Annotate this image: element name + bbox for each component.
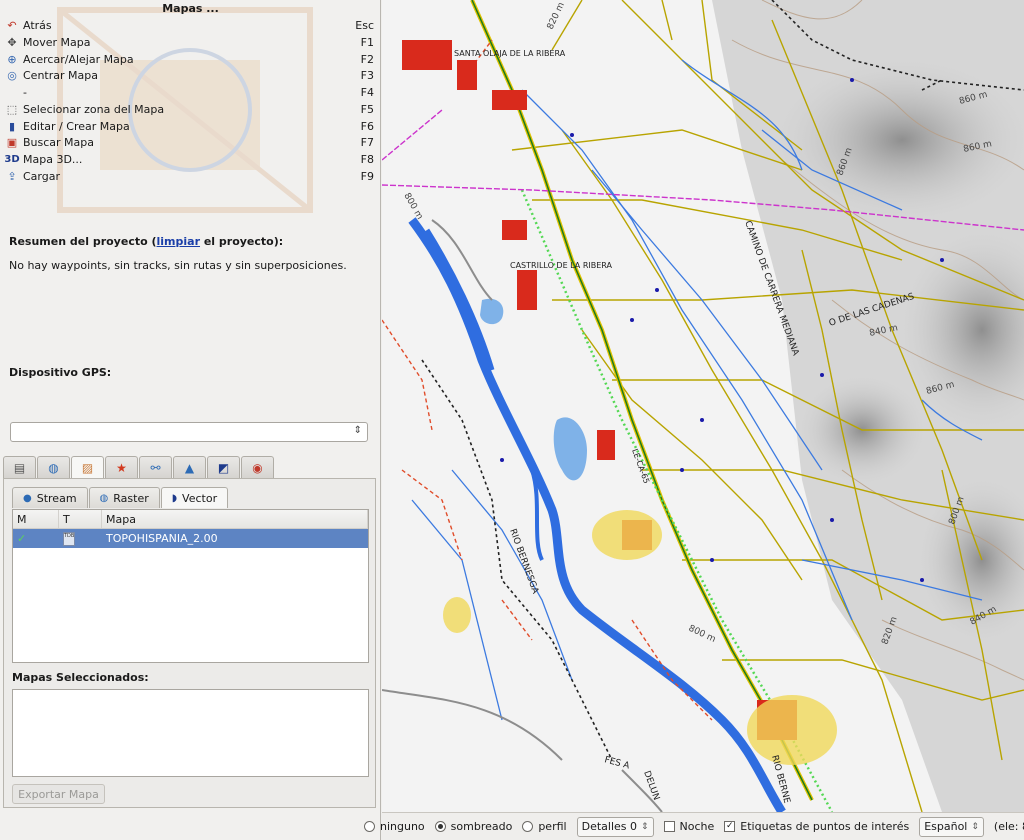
menu-item-label: Centrar Mapa: [23, 69, 98, 82]
menu-item-search-map[interactable]: ▣ Buscar Mapa F7: [4, 134, 374, 151]
map-list-header: M T Mapa: [13, 510, 368, 529]
raster-icon: ◍: [99, 492, 109, 504]
column-header-map[interactable]: Mapa: [102, 510, 368, 528]
map-list: M T Mapa ✓ TDB TOPOHISPANIA_2.00: [12, 509, 369, 663]
export-map-button[interactable]: Exportar Mapa: [12, 784, 105, 804]
town-label: SANTA OLAJA DE LA RIBERA: [454, 49, 566, 58]
table-row[interactable]: ✓ TDB TOPOHISPANIA_2.00: [13, 529, 368, 548]
vector-map-type-icon: TDB: [63, 531, 75, 546]
menu-item-shortcut: F7: [360, 136, 374, 149]
menu-item-shortcut: F2: [360, 53, 374, 66]
column-header-m[interactable]: M: [13, 510, 59, 528]
menu-item-shortcut: F3: [360, 69, 374, 82]
status-bar: ninguno sombreado perfil Detalles 0 ⇕ Noc…: [364, 812, 1024, 840]
mapset-tab-icon[interactable]: ▨: [71, 456, 104, 479]
left-panel: Mapas ... ↶ Atrás Esc ✥ Mover Mapa F1 ⊕ …: [0, 0, 381, 840]
project-summary-text: No hay waypoints, sin tracks, sin rutas …: [9, 259, 347, 272]
night-checkbox[interactable]: Noche: [663, 820, 714, 833]
maps-panel: ● Stream ◍ Raster ◗ Vector M T Mapa ✓ TDB T…: [3, 478, 376, 808]
menu-item-zoom-map[interactable]: ⊕ Acercar/Alejar Mapa F2: [4, 51, 374, 68]
waypoint-tab-icon[interactable]: ★: [105, 456, 138, 478]
tab-stream[interactable]: ● Stream: [12, 487, 88, 508]
tab-vector[interactable]: ◗ Vector: [160, 487, 229, 508]
menu-item-shortcut: F4: [360, 86, 374, 99]
column-header-t[interactable]: T: [59, 510, 102, 528]
project-summary-label: Resumen del proyecto (limpiar el proyect…: [9, 235, 284, 248]
menu-item-label: Atrás: [23, 19, 52, 32]
select-icon: ⬚: [6, 103, 18, 116]
menu-item-label: -: [23, 86, 27, 99]
clear-project-link[interactable]: limpiar: [157, 235, 201, 248]
globe-tab-icon[interactable]: ◍: [37, 456, 70, 478]
menu-title: Mapas ...: [162, 2, 219, 15]
edit-icon: ▮: [8, 120, 16, 133]
menu-item-select-area[interactable]: ⬚ Selecionar zona del Mapa F5: [4, 101, 374, 118]
shading-shaded-radio[interactable]: sombreado: [434, 820, 512, 833]
gps-tab-icon[interactable]: ◉: [241, 456, 274, 478]
topographic-map: 820 m 860 m 860 m 860 m 860 m 840 m 840 …: [382, 0, 1024, 812]
zoom-icon: ⊕: [7, 53, 17, 66]
back-arrow-icon: ↶: [7, 19, 17, 32]
overlay-tab-icon[interactable]: ▲: [173, 456, 206, 478]
menu-item-shortcut: F5: [360, 103, 374, 116]
gps-device-label: Dispositivo GPS:: [9, 366, 112, 379]
menu-item-map-3d[interactable]: 3D Mapa 3D... F8: [4, 151, 374, 168]
move-icon: ✥: [7, 36, 17, 49]
gps-device-select[interactable]: ⇕: [10, 422, 368, 442]
updown-arrow-icon: ⇕: [641, 821, 649, 832]
menu-item-label: Selecionar zona del Mapa: [23, 103, 165, 116]
center-icon: ◎: [7, 69, 17, 82]
device-tab-icon[interactable]: ◩: [207, 456, 240, 478]
elevation-readout: (ele: 82: [993, 820, 1024, 833]
menu-item-label: Editar / Crear Mapa: [23, 120, 130, 133]
map-tab-icon[interactable]: ▤: [3, 456, 36, 478]
load-icon: ⇪: [7, 170, 17, 183]
poi-labels-checkbox[interactable]: ✓ Etiquetas de puntos de interés: [724, 820, 909, 833]
menu-item-edit-map[interactable]: ▮ Editar / Crear Mapa F6: [4, 118, 374, 135]
menu-item-shortcut: Esc: [355, 19, 374, 32]
menu-item-center-map[interactable]: ◎ Centrar Mapa F3: [4, 67, 374, 84]
route-tab-icon[interactable]: ⚯: [139, 456, 172, 478]
search-map-icon: ▣: [6, 136, 18, 149]
menu-item-shortcut: F9: [360, 170, 374, 183]
menu-item-back[interactable]: ↶ Atrás Esc: [4, 17, 374, 34]
stream-icon: ●: [23, 492, 32, 504]
tab-raster[interactable]: ◍ Raster: [88, 487, 160, 508]
updown-arrow-icon: ⇕: [971, 821, 979, 832]
map-canvas[interactable]: 820 m 860 m 860 m 860 m 860 m 840 m 840 …: [382, 0, 1024, 812]
map-type-tabs: ● Stream ◍ Raster ◗ Vector: [12, 487, 229, 508]
menu-item-label: Mapa 3D...: [23, 153, 83, 166]
updown-arrow-icon: ⇕: [353, 425, 362, 436]
menu-item-label: Mover Mapa: [23, 36, 91, 49]
menu-item-separator[interactable]: - F4: [4, 84, 374, 101]
menu-item-label: Buscar Mapa: [23, 136, 95, 149]
vector-icon: ◗: [171, 492, 178, 504]
tool-tabbar: ▤ ◍ ▨ ★ ⚯ ▲ ◩ ◉: [3, 456, 275, 479]
selected-maps-label: Mapas Seleccionados:: [12, 671, 149, 684]
selected-maps-list[interactable]: [12, 689, 369, 777]
map-name: TOPOHISPANIA_2.00: [106, 532, 218, 545]
menu-item-label: Cargar: [23, 170, 60, 183]
menu-item-shortcut: F8: [360, 153, 374, 166]
language-select[interactable]: Español ⇕: [919, 816, 984, 837]
3d-icon: 3D: [4, 154, 20, 165]
checkmark-icon[interactable]: ✓: [17, 532, 26, 545]
menu-item-load[interactable]: ⇪ Cargar F9: [4, 168, 374, 185]
menu-item-move-map[interactable]: ✥ Mover Mapa F1: [4, 34, 374, 51]
menu-item-label: Acercar/Alejar Mapa: [23, 53, 134, 66]
town-label: CASTRILLO DE LA RIBERA: [510, 261, 613, 270]
menu-item-shortcut: F6: [360, 120, 374, 133]
shading-profile-radio[interactable]: perfil: [522, 820, 567, 833]
shading-none-radio[interactable]: ninguno: [364, 820, 425, 833]
details-select[interactable]: Detalles 0 ⇕: [576, 816, 654, 837]
menu-item-shortcut: F1: [360, 36, 374, 49]
